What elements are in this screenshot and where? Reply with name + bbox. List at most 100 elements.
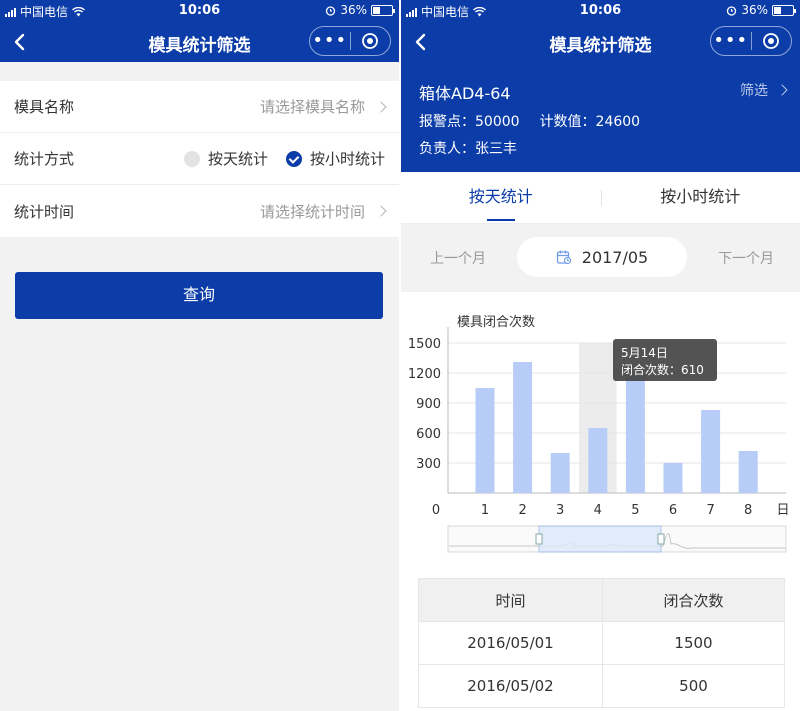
app-screens: 中国电信 10:06 36% 模具统计筛选 ••• 模具名称 请选择模具名称 统… — [0, 0, 800, 711]
y-tick-label: 300 — [416, 457, 441, 472]
bar-chart: 模具闭合次数 1500 1200 900 600 300 1 2 3 4 5 6 7 8 0 日 5月14日闭合… — [408, 314, 790, 553]
zoom-slider-window — [538, 525, 662, 553]
radio-by-day-label: 按天统计 — [207, 150, 268, 168]
zoom-slider-handle — [535, 533, 543, 545]
tooltip-title: 5月14日 — [621, 346, 668, 360]
alarm-icon — [727, 5, 737, 16]
stat-method-radio-group: 按天统计 按小时统计 — [183, 148, 385, 169]
alarm-point: 报警点：50000 — [419, 114, 520, 130]
filter-screen: 中国电信 10:06 36% 模具统计筛选 ••• 模具名称 请选择模具名称 统… — [0, 0, 399, 711]
count-value: 计数值：24600 — [539, 114, 641, 130]
miniapp-capsule: ••• — [710, 26, 792, 56]
bar — [701, 410, 721, 493]
zoom-slider-handle — [657, 533, 665, 545]
battery-percent: 36% — [741, 3, 768, 17]
prev-month-button[interactable]: 上一个月 — [430, 248, 486, 268]
nav-bar: 模具统计筛选 ••• — [401, 22, 800, 62]
table-row: 2016/05/01 1500 — [418, 621, 785, 665]
tooltip-value: 闭合次数：610 — [621, 362, 704, 377]
table-row: 2016/05/02 500 — [418, 664, 785, 708]
x-tick-label: 3 — [556, 503, 564, 518]
bar — [588, 428, 608, 493]
bar — [475, 388, 495, 493]
tab-by-day[interactable]: 按天统计 — [401, 172, 601, 223]
x-tick-label: 5 — [631, 503, 639, 518]
radio-checked-icon — [285, 150, 302, 167]
mold-name: 箱体AD4-64 — [419, 84, 511, 103]
table-cell-count: 1500 — [602, 621, 785, 665]
tab-divider — [601, 190, 602, 206]
x-origin-label: 0 — [432, 503, 440, 518]
table-cell-time: 2016/05/02 — [418, 664, 603, 708]
close-miniapp-icon[interactable] — [350, 32, 390, 50]
chevron-right-icon — [375, 100, 387, 113]
mold-info-header: 箱体AD4-64 筛选 报警点：50000 计数值：24600 负责人：张三丰 — [401, 62, 800, 172]
mold-name-picker[interactable]: 请选择模具名称 — [259, 96, 387, 117]
chevron-right-icon — [375, 205, 387, 217]
close-miniapp-icon[interactable] — [751, 32, 791, 50]
table-header-row: 时间 闭合次数 — [418, 578, 785, 622]
stat-time-row[interactable]: 统计时间 请选择统计时间 — [0, 185, 399, 237]
filter-label: 筛选 — [740, 83, 768, 99]
battery-icon — [772, 4, 796, 16]
radio-by-hour-label: 按小时统计 — [309, 150, 385, 168]
stat-method-label: 统计方式 — [14, 150, 75, 168]
stat-time-placeholder: 请选择统计时间 — [259, 202, 365, 221]
filter-form: 模具名称 请选择模具名称 统计方式 按天统计 按小时统计 统计时间 请选择统计时… — [0, 81, 399, 237]
calendar-icon — [556, 250, 571, 265]
chevron-right-icon — [776, 84, 788, 96]
bar — [625, 373, 645, 493]
stat-time-picker[interactable]: 请选择统计时间 — [259, 201, 387, 222]
status-bar: 中国电信 10:06 36% — [401, 0, 800, 22]
stat-method-row: 统计方式 按天统计 按小时统计 — [0, 133, 399, 185]
x-tick-label: 6 — [669, 503, 677, 518]
more-icon[interactable]: ••• — [310, 28, 350, 54]
chart-container: 模具闭合次数 1500 1200 900 600 300 1 2 3 4 5 6 7 8 0 日 5月14日闭合… — [401, 292, 800, 562]
current-month: 2017/05 — [581, 247, 649, 267]
tab-by-hour[interactable]: 按小时统计 — [601, 172, 800, 223]
mold-name-row[interactable]: 模具名称 请选择模具名称 — [0, 81, 399, 133]
y-tick-label: 1200 — [408, 367, 441, 382]
month-picker[interactable]: 2017/05 — [517, 237, 687, 277]
stat-tabs: 按天统计 按小时统计 — [401, 172, 800, 224]
battery-icon — [371, 4, 395, 16]
y-tick-label: 900 — [416, 397, 441, 412]
radio-by-hour[interactable]: 按小时统计 — [285, 148, 385, 169]
x-tick-label: 4 — [594, 503, 602, 518]
x-tick-label: 7 — [706, 503, 714, 518]
table-cell-time: 2016/05/01 — [418, 621, 603, 665]
filter-button[interactable]: 筛选 — [740, 80, 788, 100]
battery-percent: 36% — [340, 3, 367, 17]
table-cell-count: 500 — [602, 664, 785, 708]
query-button[interactable]: 查询 — [15, 272, 383, 319]
radio-by-day[interactable]: 按天统计 — [183, 148, 268, 169]
mold-stats-line: 报警点：50000 计数值：24600 — [419, 111, 640, 131]
x-tick-label: 1 — [481, 503, 489, 518]
y-tick-label: 600 — [416, 427, 441, 442]
x-tick-label: 8 — [744, 503, 752, 518]
radio-unchecked-icon — [183, 150, 200, 167]
x-axis-label: 日 — [776, 503, 789, 518]
more-icon[interactable]: ••• — [711, 28, 751, 54]
data-table: 时间 闭合次数 2016/05/01 1500 2016/05/02 500 — [418, 578, 785, 708]
bar — [738, 451, 758, 493]
mold-name-label: 模具名称 — [14, 98, 75, 116]
mold-name-placeholder: 请选择模具名称 — [259, 98, 365, 116]
table-header-count: 闭合次数 — [602, 578, 785, 622]
table-header-time: 时间 — [418, 578, 603, 622]
bar — [663, 463, 683, 493]
miniapp-capsule: ••• — [309, 26, 391, 56]
statistics-screen: 中国电信 10:06 36% 模具统计筛选 ••• 箱体AD4-64 筛选 报警… — [401, 0, 800, 711]
stat-time-label: 统计时间 — [14, 202, 75, 221]
x-tick-label: 2 — [518, 503, 526, 518]
month-navigator: 上一个月 2017/05 下一个月 — [401, 224, 800, 292]
nav-bar: 模具统计筛选 ••• — [0, 22, 399, 62]
bar — [513, 362, 533, 493]
status-bar: 中国电信 10:06 36% — [0, 0, 399, 22]
y-tick-label: 1500 — [408, 337, 441, 352]
alarm-icon — [326, 5, 336, 16]
bar — [550, 453, 570, 493]
next-month-button[interactable]: 下一个月 — [718, 248, 774, 268]
chart-title: 模具闭合次数 — [457, 314, 535, 330]
owner: 负责人：张三丰 — [419, 141, 517, 157]
